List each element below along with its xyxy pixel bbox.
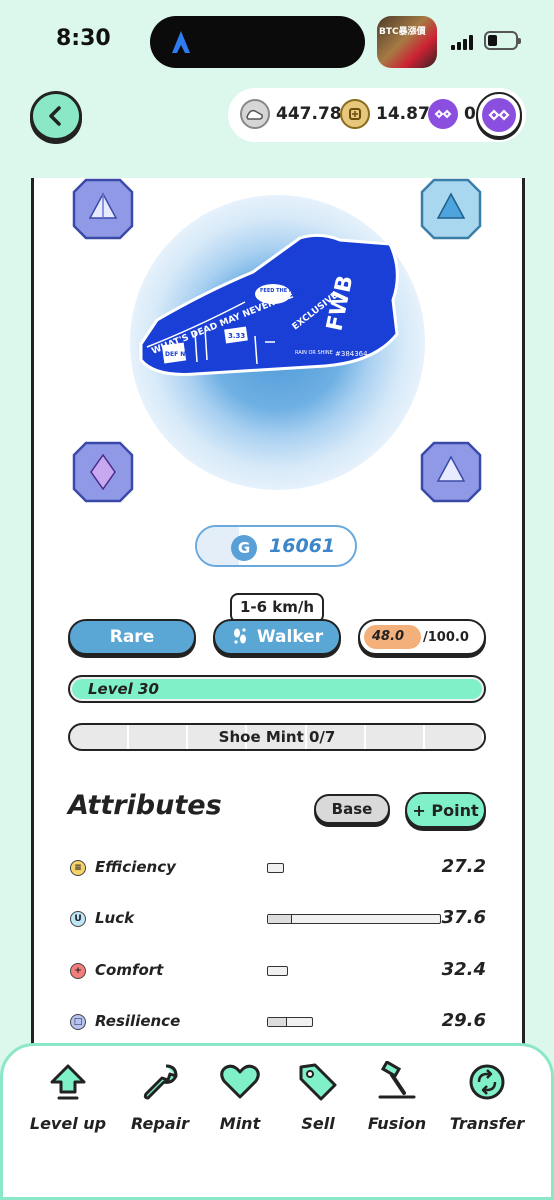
chevron-left-icon [49, 106, 61, 126]
sneaker-serial: #384364 [335, 350, 368, 358]
dynamic-island [150, 16, 365, 68]
level-up-button[interactable]: Level up [23, 1058, 113, 1133]
attribute-value: 37.6 [441, 907, 486, 928]
sell-label: Sell [301, 1114, 335, 1133]
sneaker-sticker1: DEF NYC [165, 351, 194, 358]
attribute-name: Efficiency [95, 858, 176, 876]
wrench-icon [143, 1064, 178, 1100]
price-tag-icon [299, 1063, 337, 1101]
back-button[interactable] [30, 91, 82, 141]
status-time: 8:30 [56, 26, 111, 51]
quality-badge: Rare [68, 619, 196, 655]
attribute-row-efficiency: ≡ Efficiency 27.2 [68, 856, 488, 880]
attribute-row-resilience: □ Resilience 29.6 [68, 1010, 488, 1034]
polygon-icon [488, 109, 510, 121]
hammer-icon [378, 1061, 416, 1099]
sell-button[interactable]: Sell [273, 1058, 363, 1133]
gem-socket-bottom-left[interactable] [72, 441, 134, 503]
gem-socket-top-right[interactable] [420, 178, 482, 240]
heart-icon [220, 1064, 260, 1099]
mint-button[interactable]: Mint [195, 1058, 285, 1133]
type-badge: Walker [213, 619, 341, 655]
transfer-button[interactable]: Transfer [442, 1058, 532, 1133]
transfer-cycle-icon [469, 1064, 505, 1100]
gem-count-icon: G [231, 535, 257, 561]
gmt-token-icon [340, 99, 370, 129]
gmt-balance: 14.87 [340, 99, 430, 129]
level-up-label: Level up [29, 1114, 107, 1133]
battery-icon [484, 31, 521, 50]
attributes-title: Attributes [68, 790, 222, 821]
mint-label: Mint [219, 1114, 261, 1133]
durability-current: 48.0 [372, 629, 405, 644]
pip-text: BTC暴漲價 [379, 27, 426, 37]
footprints-icon [233, 628, 246, 644]
sneaker-tag2: RAIN OR SHINE [295, 350, 333, 356]
attribute-name: Resilience [95, 1012, 181, 1030]
polygon-token-icon [428, 99, 458, 129]
location-arrow-icon [172, 31, 190, 53]
durability-bar: 48.0 /100.0 [358, 619, 486, 655]
gmt-value: 14.87 [376, 104, 430, 124]
attribute-bar [267, 1017, 313, 1027]
attribute-bar [267, 966, 288, 976]
attribute-value: 27.2 [441, 856, 486, 877]
repair-label: Repair [131, 1114, 189, 1133]
pol-balance: 0 [428, 99, 476, 129]
shoe-mint-label: Shoe Mint 0/7 [218, 728, 336, 746]
gst-value: 447.78 [276, 104, 342, 124]
attribute-row-luck: U Luck 37.6 [68, 907, 488, 931]
gem-count-box: G 16061 [195, 525, 357, 567]
level-bar[interactable]: Level 30 [68, 675, 486, 703]
luck-icon: U [70, 911, 86, 927]
pip-video-thumbnail[interactable]: BTC暴漲價 [377, 16, 437, 68]
sneaker-image[interactable]: WHAT'S DEAD MAY NEVER DIE FWB EXCLUSIVE … [135, 232, 405, 382]
type-label: Walker [256, 627, 324, 647]
attribute-name: Comfort [95, 961, 164, 979]
sneaker-sticker2: 3.33 [228, 332, 245, 340]
level-label: Level 30 [88, 680, 159, 698]
durability-max: /100.0 [423, 629, 469, 645]
add-point-button[interactable]: + Point [405, 792, 486, 828]
comfort-icon: + [70, 963, 86, 979]
signal-icon [451, 34, 477, 50]
arrow-up-icon [50, 1064, 86, 1100]
base-button[interactable]: Base [314, 794, 390, 824]
wallet-balances: 447.78 14.87 0 [228, 88, 526, 142]
gem-socket-top-left[interactable] [72, 178, 134, 240]
resilience-icon: □ [70, 1014, 86, 1030]
attribute-row-comfort: + Comfort 32.4 [68, 959, 488, 983]
durability-fill: 48.0 [364, 625, 421, 649]
attribute-name: Luck [95, 909, 135, 927]
attribute-bar [267, 914, 441, 924]
sneaker-token-icon [240, 99, 270, 129]
chain-switch-button[interactable] [476, 92, 522, 138]
gst-balance: 447.78 [240, 99, 342, 129]
status-bar: 8:30 BTC暴漲價 [0, 0, 554, 84]
attribute-bar [267, 863, 284, 873]
attribute-value: 32.4 [441, 959, 486, 980]
fusion-label: Fusion [367, 1114, 427, 1133]
gem-count-value: 16061 [269, 535, 336, 557]
pol-value: 0 [464, 104, 476, 124]
shoe-mint-bar: Shoe Mint 0/7 [68, 723, 486, 751]
transfer-label: Transfer [449, 1114, 525, 1133]
gem-socket-bottom-right[interactable] [420, 441, 482, 503]
efficiency-icon: ≡ [70, 860, 86, 876]
sneaker-tag1: FEED THE PIGS [260, 288, 303, 294]
repair-button[interactable]: Repair [115, 1058, 205, 1133]
fusion-button[interactable]: Fusion [352, 1058, 442, 1133]
attribute-value: 29.6 [441, 1010, 486, 1031]
